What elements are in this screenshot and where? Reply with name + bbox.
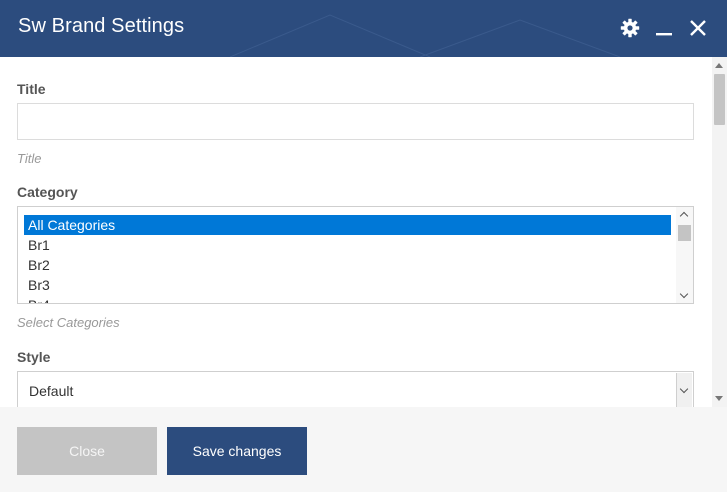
style-select[interactable]: Default — [17, 371, 694, 407]
scroll-thumb[interactable] — [678, 225, 691, 241]
scroll-down-icon[interactable] — [715, 396, 723, 401]
style-label: Style — [17, 349, 51, 365]
category-help: Select Categories — [17, 315, 120, 330]
close-icon[interactable] — [687, 17, 709, 39]
header-actions — [619, 17, 709, 39]
dialog-body: Title Title Category All Categories Br1 … — [0, 57, 727, 407]
title-help: Title — [17, 151, 42, 166]
scroll-down-icon[interactable] — [679, 289, 689, 299]
scroll-up-icon[interactable] — [715, 63, 723, 68]
chevron-down-icon[interactable] — [676, 373, 692, 407]
gear-icon[interactable] — [619, 17, 641, 39]
close-button[interactable]: Close — [17, 427, 157, 475]
category-option-br4[interactable]: Br4 — [24, 295, 671, 303]
dialog-scrollbar[interactable] — [712, 57, 727, 407]
scroll-up-icon[interactable] — [679, 211, 689, 221]
save-changes-button[interactable]: Save changes — [167, 427, 307, 475]
dialog-title: Sw Brand Settings — [18, 15, 185, 37]
dialog-footer: Close Save changes — [0, 407, 727, 492]
style-select-value: Default — [29, 383, 74, 399]
category-label: Category — [17, 184, 78, 200]
category-listbox[interactable]: All Categories Br1 Br2 Br3 Br4 — [17, 206, 694, 304]
dialog-header: Sw Brand Settings — [0, 0, 727, 57]
minimize-icon[interactable] — [653, 17, 675, 39]
category-list-scrollbar[interactable] — [676, 207, 693, 303]
category-option-all[interactable]: All Categories — [24, 215, 671, 235]
category-option-br3[interactable]: Br3 — [24, 275, 671, 295]
title-label: Title — [17, 81, 46, 97]
category-option-br1[interactable]: Br1 — [24, 235, 671, 255]
title-input[interactable] — [17, 103, 694, 140]
category-option-br2[interactable]: Br2 — [24, 255, 671, 275]
scroll-thumb[interactable] — [714, 74, 725, 125]
category-options: All Categories Br1 Br2 Br3 Br4 — [24, 215, 671, 303]
